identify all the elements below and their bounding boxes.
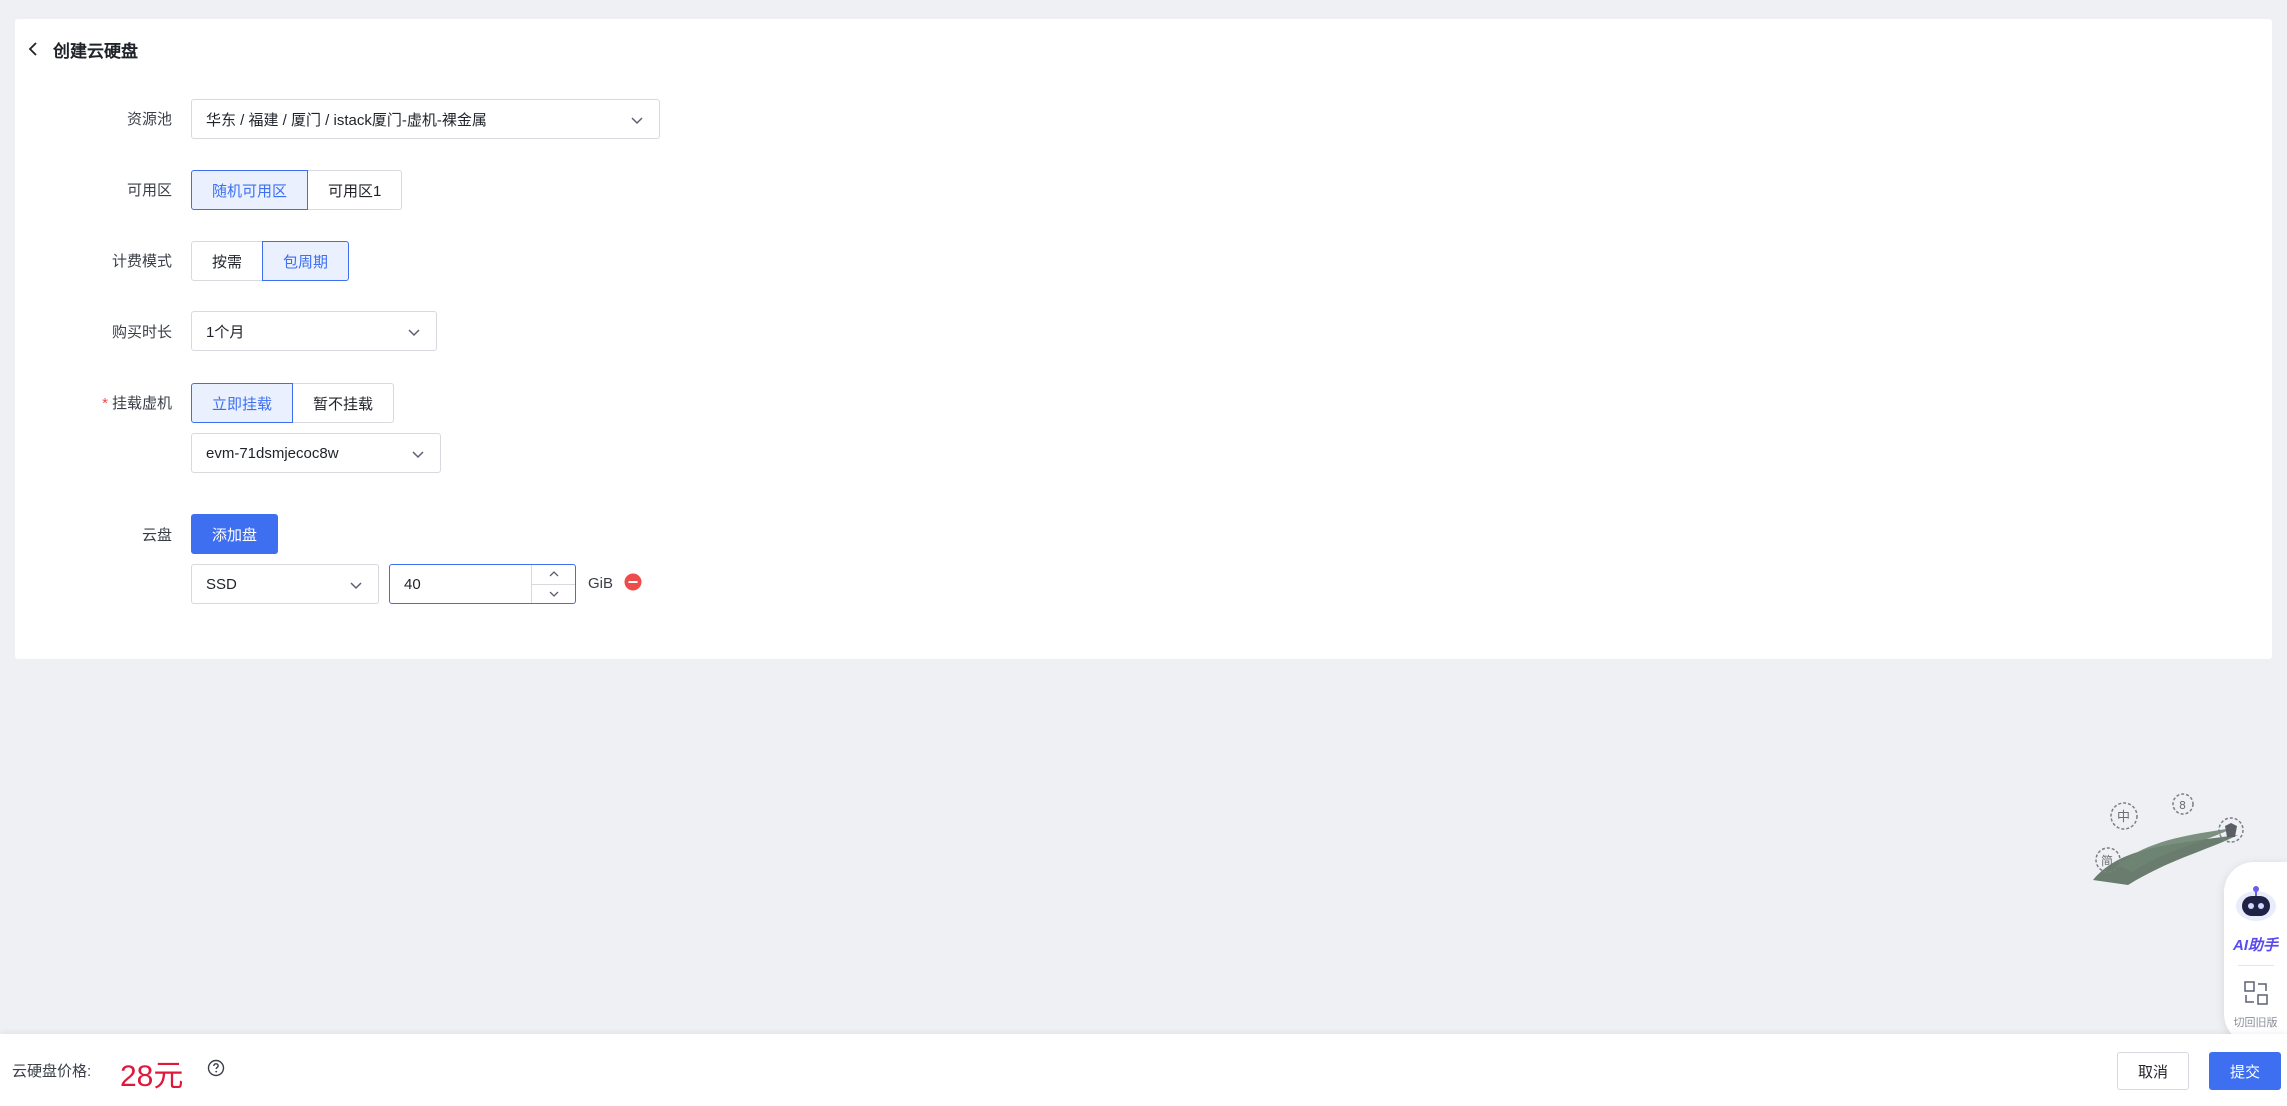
disk-type-select[interactable]: SSD [191, 564, 379, 604]
mount-option-now[interactable]: 立即挂载 [191, 383, 294, 423]
submit-button[interactable]: 提交 [2209, 1052, 2281, 1090]
chevron-down-icon [410, 446, 426, 466]
disk-label: 云盘 [141, 527, 172, 544]
duration-value: 1个月 [206, 323, 245, 341]
back-arrow-icon[interactable] [27, 41, 39, 57]
decorative-illustration: 中 8 简 [2088, 790, 2248, 894]
required-mark: * [102, 395, 108, 412]
increment-button[interactable] [532, 565, 575, 585]
svg-text:中: 中 [2117, 810, 2130, 825]
robot-icon [2233, 886, 2279, 930]
decrement-button[interactable] [532, 585, 575, 604]
resource-pool-value: 华东 / 福建 / 厦门 / istack厦门-虚机-裸金属 [206, 111, 487, 129]
remove-disk-icon[interactable] [624, 573, 642, 595]
billing-label: 计费模式 [111, 253, 172, 270]
price-label: 云硬盘价格: [12, 1063, 92, 1080]
chevron-down-icon [406, 324, 422, 344]
disk-unit-label: GiB [588, 575, 614, 592]
cancel-button[interactable]: 取消 [2117, 1052, 2189, 1090]
page-title: 创建云硬盘 [53, 41, 138, 61]
footer-bar: 云硬盘价格: 28元 取消 提交 [0, 1034, 2287, 1106]
duration-select[interactable]: 1个月 [191, 311, 437, 351]
chevron-down-icon [348, 577, 364, 597]
side-tools-panel: AI助手 切回旧版 [2224, 862, 2287, 1044]
billing-option-subscription[interactable]: 包周期 [262, 241, 350, 281]
vm-select[interactable]: evm-71dsmjecoc8w [191, 433, 441, 473]
mount-option-later[interactable]: 暂不挂载 [292, 383, 395, 423]
chevron-down-icon [629, 112, 645, 132]
billing-selector: 按需 包周期 [191, 241, 350, 281]
resource-pool-label: 资源池 [126, 111, 172, 128]
switch-old-version-button[interactable]: 切回旧版 [2224, 980, 2287, 1030]
add-disk-button[interactable]: 添加盘 [191, 514, 279, 554]
ai-assistant-button[interactable]: AI助手 [2224, 882, 2287, 955]
ai-assistant-label: AI助手 [2232, 937, 2278, 954]
mount-label-text: 挂载虚机 [111, 395, 172, 412]
zone-option-1[interactable]: 可用区1 [307, 170, 403, 210]
mount-label: * 挂载虚机 [0, 392, 172, 413]
svg-text:简: 简 [2101, 854, 2113, 868]
zone-option-random[interactable]: 随机可用区 [191, 170, 309, 210]
duration-label: 购买时长 [111, 324, 172, 341]
help-icon[interactable] [207, 1059, 225, 1081]
billing-option-on-demand[interactable]: 按需 [191, 241, 264, 281]
zone-label: 可用区 [126, 182, 172, 199]
disk-type-value: SSD [206, 575, 237, 593]
vm-value: evm-71dsmjecoc8w [206, 444, 339, 462]
page-header: 创建云硬盘 [27, 37, 138, 61]
disk-size-input[interactable] [390, 565, 531, 603]
resource-pool-select[interactable]: 华东 / 福建 / 厦门 / istack厦门-虚机-裸金属 [191, 99, 660, 139]
price-value: 28元 [120, 1060, 184, 1093]
stepper-controls [531, 565, 575, 603]
mount-selector: 立即挂载 暂不挂载 [191, 383, 395, 423]
zone-selector: 随机可用区 可用区1 [191, 170, 403, 210]
disk-size-stepper [389, 564, 576, 604]
svg-text:8: 8 [2179, 799, 2186, 812]
switch-version-icon [2243, 981, 2269, 1010]
switch-old-version-label: 切回旧版 [2233, 1017, 2278, 1029]
divider [2238, 965, 2274, 966]
